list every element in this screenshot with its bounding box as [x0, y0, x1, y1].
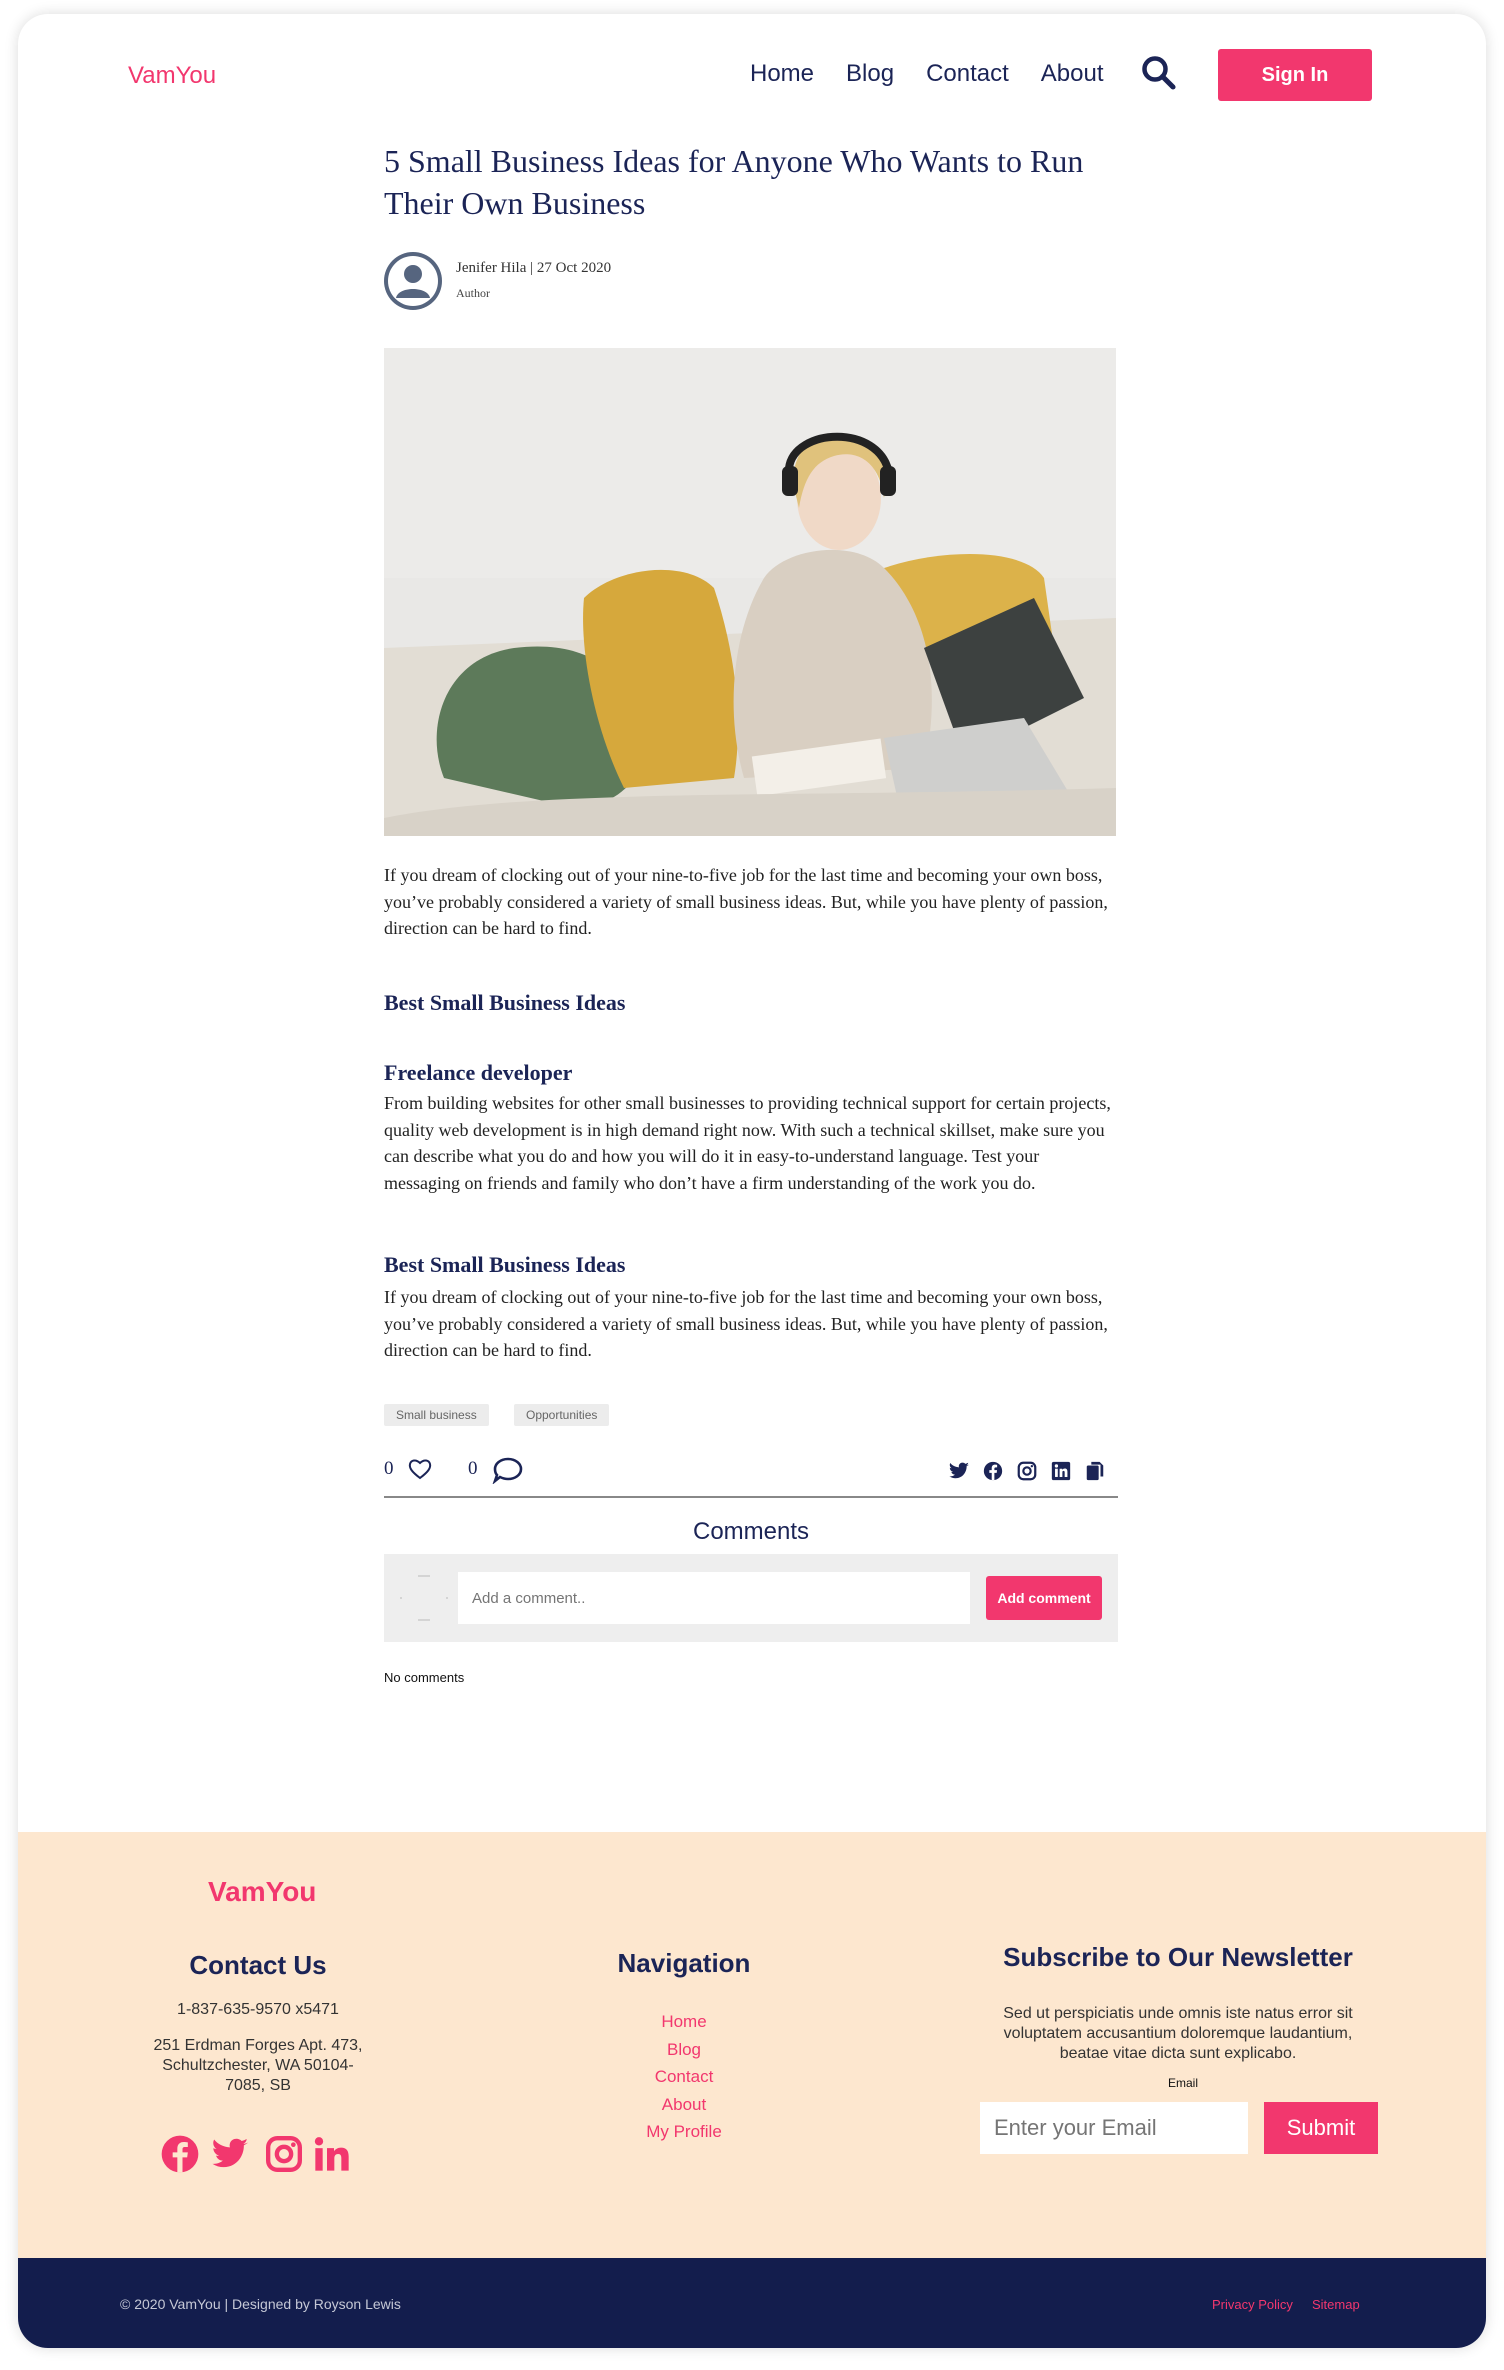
author-avatar: [384, 252, 442, 310]
author-meta: Jenifer Hila | 27 Oct 2020: [456, 260, 611, 277]
newsletter-submit-button[interactable]: Submit: [1264, 2102, 1378, 2154]
section-heading-3: Best Small Business Ideas: [384, 1252, 626, 1277]
contact-phone: 1-837-635-9570 x5471: [177, 2001, 339, 2018]
privacy-policy-link[interactable]: Privacy Policy: [1212, 2297, 1293, 2312]
footer-nav: Home Blog Contact About My Profile: [578, 2008, 790, 2146]
comments-heading: Comments: [692, 1518, 810, 1545]
nav-blog[interactable]: Blog: [846, 60, 894, 88]
nav-home[interactable]: Home: [750, 60, 814, 88]
commenter-avatar-icon: [400, 1575, 448, 1621]
section-body-2: From building websites for other small b…: [384, 1093, 1111, 1193]
footer-nav-contact[interactable]: Contact: [578, 2063, 790, 2091]
page-card: VamYou Home Blog Contact About Sign In 5…: [18, 14, 1486, 2348]
email-label: Email: [1168, 2076, 1199, 2090]
section-body-3: If you dream of clocking out of your nin…: [384, 1287, 1108, 1360]
copyright-text: © 2020 VamYou | Designed by Royson Lewis: [120, 2296, 401, 2312]
section-heading-1: Best Small Business Ideas: [384, 990, 626, 1015]
reactions-divider: [384, 1496, 1118, 1498]
footer-nav-my-profile[interactable]: My Profile: [578, 2118, 790, 2146]
sitemap-link[interactable]: Sitemap: [1312, 2297, 1360, 2312]
comment-icon[interactable]: [492, 1456, 524, 1484]
main-nav: Home Blog Contact About: [750, 60, 1104, 88]
facebook-icon[interactable]: [160, 2134, 200, 2174]
footer-logo[interactable]: VamYou: [208, 1876, 316, 1908]
user-icon: [388, 256, 438, 306]
facebook-share-icon[interactable]: [982, 1460, 1004, 1482]
footer-nav-blog[interactable]: Blog: [578, 2036, 790, 2064]
copy-link-icon[interactable]: [1084, 1460, 1106, 1482]
linkedin-icon[interactable]: [312, 2134, 352, 2174]
like-count: 0: [384, 1458, 394, 1479]
site-logo[interactable]: VamYou: [128, 62, 216, 90]
twitter-icon[interactable]: [210, 2134, 250, 2174]
article-title: 5 Small Business Ideas for Anyone Who Wa…: [384, 143, 1084, 221]
search-icon[interactable]: [1140, 54, 1176, 90]
twitter-share-icon[interactable]: [948, 1460, 970, 1482]
comment-count: 0: [468, 1458, 478, 1479]
footer-nav-home[interactable]: Home: [578, 2008, 790, 2036]
site-footer: VamYou Contact Us 1-837-635-9570 x5471 2…: [18, 1832, 1486, 2258]
heart-icon[interactable]: [408, 1458, 432, 1480]
comment-input[interactable]: [458, 1572, 970, 1624]
post-date: 27 Oct 2020: [536, 260, 612, 276]
contact-heading: Contact Us: [189, 1950, 327, 1980]
contact-address: 251 Erdman Forges Apt. 473, Schultzchest…: [153, 2037, 363, 2094]
newsletter-text: Sed ut perspiciatis unde omnis iste natu…: [1003, 2005, 1353, 2062]
add-comment-button[interactable]: Add comment: [986, 1576, 1102, 1620]
no-comments-text: No comments: [384, 1670, 465, 1685]
tag-small-business[interactable]: Small business: [384, 1404, 489, 1426]
instagram-share-icon[interactable]: [1016, 1460, 1038, 1482]
section-heading-2: Freelance developer: [384, 1060, 573, 1085]
newsletter-heading: Subscribe to Our Newsletter: [1003, 1942, 1353, 1972]
article-hero-image: [384, 348, 1116, 836]
nav-contact[interactable]: Contact: [926, 60, 1009, 88]
author-name: Jenifer Hila: [456, 260, 527, 276]
meta-separator: |: [530, 260, 537, 276]
article-intro: If you dream of clocking out of your nin…: [384, 865, 1108, 938]
sign-in-button[interactable]: Sign In: [1218, 49, 1372, 101]
nav-about[interactable]: About: [1041, 60, 1104, 88]
author-role: Author: [456, 286, 490, 300]
footer-nav-about[interactable]: About: [578, 2091, 790, 2119]
linkedin-share-icon[interactable]: [1050, 1460, 1072, 1482]
tag-opportunities[interactable]: Opportunities: [514, 1404, 610, 1426]
comment-form: Add comment: [384, 1554, 1118, 1642]
footer-bottom-bar: © 2020 VamYou | Designed by Royson Lewis…: [18, 2258, 1486, 2348]
instagram-icon[interactable]: [264, 2134, 304, 2174]
newsletter-email-input[interactable]: [980, 2102, 1248, 2154]
navigation-heading: Navigation: [617, 1948, 751, 1978]
